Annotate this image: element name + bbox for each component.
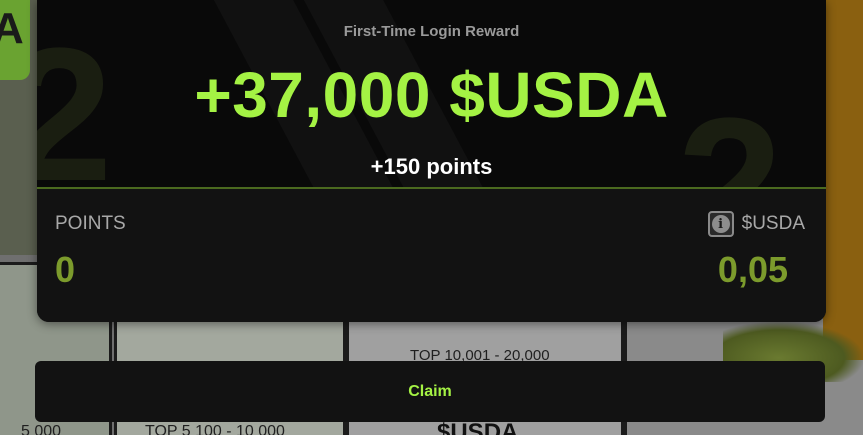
info-icon[interactable]: i: [707, 211, 734, 237]
reward-subtitle: First-Time Login Reward: [343, 23, 520, 40]
usda-label: $USDA: [741, 213, 805, 234]
balance-panel: POINTS 0 i $USDA 0,05: [37, 189, 826, 322]
usda-header: i $USDA: [707, 211, 805, 237]
points-label: POINTS: [55, 213, 126, 234]
background-badge: A: [0, 0, 30, 80]
reward-hero: 2 2 First-Time Login Reward +37,000 $USD…: [37, 0, 826, 188]
claim-button[interactable]: Claim: [35, 361, 825, 422]
background-tier-label: TOP 5 100 - 10 000: [145, 423, 285, 435]
usda-value: 0,05: [717, 249, 788, 290]
reward-modal: 2 2 First-Time Login Reward +37,000 $USD…: [37, 0, 826, 322]
background-tier-label: 5 000: [21, 423, 62, 435]
reward-amount: +37,000 $USDA: [194, 59, 669, 131]
background-right-panel: [823, 0, 863, 360]
reward-points-bonus: +150 points: [370, 154, 493, 179]
points-value: 0: [55, 249, 76, 290]
